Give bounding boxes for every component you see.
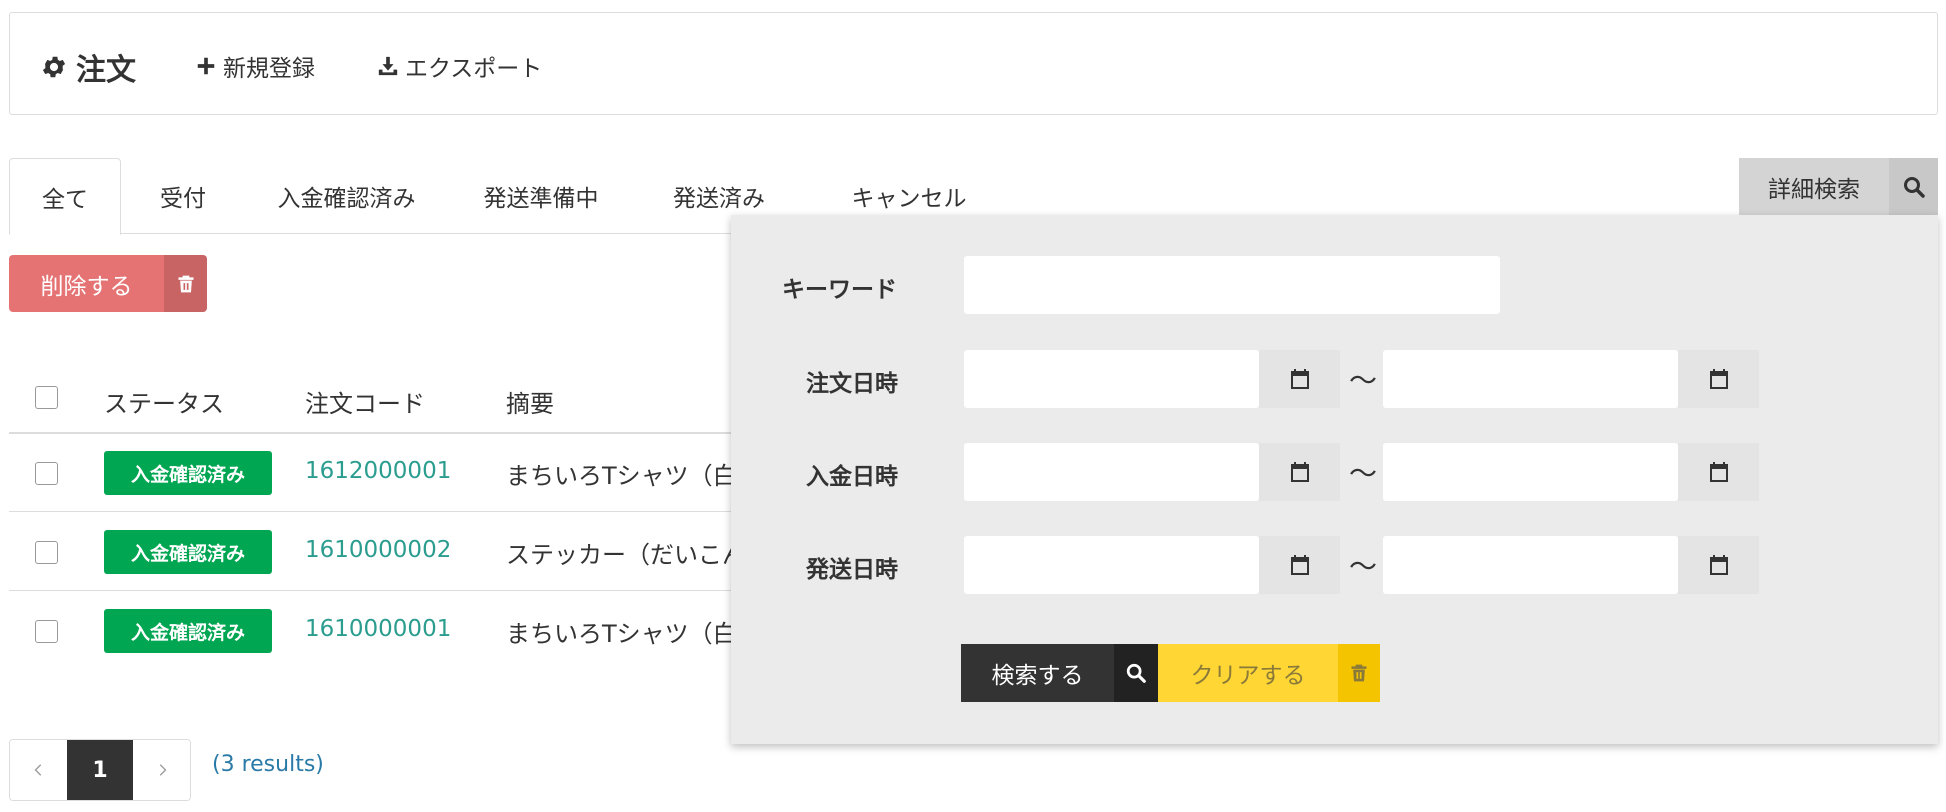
search-submit-button[interactable]: 検索する xyxy=(961,644,1158,702)
keyword-input[interactable] xyxy=(964,256,1500,314)
tab-all[interactable]: 全て xyxy=(9,158,121,235)
shipping-date-from-input[interactable] xyxy=(964,536,1259,594)
chevron-right-icon xyxy=(159,764,166,776)
order-summary: ステッカー（だいこん xyxy=(506,541,746,569)
shipping-date-label: 発送日時 xyxy=(806,557,898,583)
order-summary: まちいろTシャツ（白 xyxy=(506,462,737,490)
payment-date-to-input[interactable] xyxy=(1383,443,1678,501)
status-badge: 入金確認済み xyxy=(104,609,272,653)
search-submit-label: 検索する xyxy=(961,644,1114,702)
page-1-button[interactable]: 1 xyxy=(67,740,133,800)
new-order-label: 新規登録 xyxy=(223,56,315,82)
clear-button[interactable]: クリアする xyxy=(1158,644,1380,702)
page-title-text: 注文 xyxy=(76,53,136,88)
range-separator: 〜 xyxy=(1349,550,1378,583)
row-checkbox[interactable] xyxy=(35,620,58,643)
chevron-left-icon xyxy=(34,764,41,776)
calendar-icon xyxy=(1709,462,1728,482)
calendar-icon xyxy=(1290,462,1309,482)
column-status: ステータス xyxy=(104,390,224,418)
payment-date-label: 入金日時 xyxy=(806,464,898,490)
calendar-icon xyxy=(1709,555,1728,575)
tab-received[interactable]: 受付 xyxy=(139,158,227,234)
shipping-date-from-calendar-button[interactable] xyxy=(1259,536,1340,594)
order-summary: まちいろTシャツ（白 xyxy=(506,620,737,648)
order-code-link[interactable]: 1610000001 xyxy=(305,616,451,642)
detail-search-label: 詳細検索 xyxy=(1739,158,1889,216)
shipping-date-to-input[interactable] xyxy=(1383,536,1678,594)
shipping-date-to-calendar-button[interactable] xyxy=(1678,536,1759,594)
page-header: 注文 新規登録 エクスポート xyxy=(9,12,1938,115)
payment-date-from-input[interactable] xyxy=(964,443,1259,501)
prev-page-button[interactable] xyxy=(10,740,67,800)
results-count: (3 results) xyxy=(212,752,324,777)
range-separator: 〜 xyxy=(1349,457,1378,490)
payment-date-to-calendar-button[interactable] xyxy=(1678,443,1759,501)
status-badge: 入金確認済み xyxy=(104,530,272,574)
order-date-from-input[interactable] xyxy=(964,350,1259,408)
search-icon xyxy=(1889,158,1938,216)
status-badge: 入金確認済み xyxy=(104,451,272,495)
delete-label: 削除する xyxy=(9,255,164,312)
detail-search-toggle[interactable]: 詳細検索 xyxy=(1739,158,1938,216)
order-date-to-calendar-button[interactable] xyxy=(1678,350,1759,408)
calendar-icon xyxy=(1290,369,1309,389)
row-checkbox[interactable] xyxy=(35,541,58,564)
search-icon xyxy=(1114,644,1158,702)
column-order-code: 注文コード xyxy=(305,390,425,418)
order-code-link[interactable]: 1612000001 xyxy=(305,458,451,484)
next-page-button[interactable] xyxy=(133,740,190,800)
select-all-checkbox[interactable] xyxy=(35,386,58,409)
order-code-link[interactable]: 1610000002 xyxy=(305,537,451,563)
order-date-to-input[interactable] xyxy=(1383,350,1678,408)
range-separator: 〜 xyxy=(1349,364,1378,397)
export-label: エクスポート xyxy=(405,56,543,82)
export-button[interactable]: エクスポート xyxy=(377,49,542,83)
detail-search-panel: キーワード 注文日時 〜 入金日時 〜 発送日時 〜 検索する クリアする xyxy=(731,215,1938,744)
pagination: 1 xyxy=(9,739,191,801)
download-icon xyxy=(378,56,398,76)
plus-icon xyxy=(197,57,215,75)
tab-payment-confirmed[interactable]: 入金確認済み xyxy=(264,158,429,234)
order-date-label: 注文日時 xyxy=(806,371,898,397)
tab-preparing-shipment[interactable]: 発送準備中 xyxy=(471,158,611,234)
gear-icon xyxy=(42,56,66,78)
column-summary: 摘要 xyxy=(506,390,554,418)
clear-label: クリアする xyxy=(1158,644,1338,702)
new-order-button[interactable]: 新規登録 xyxy=(195,49,315,83)
calendar-icon xyxy=(1709,369,1728,389)
trash-icon xyxy=(164,255,207,312)
order-date-from-calendar-button[interactable] xyxy=(1259,350,1340,408)
payment-date-from-calendar-button[interactable] xyxy=(1259,443,1340,501)
keyword-label: キーワード xyxy=(782,277,897,303)
row-checkbox[interactable] xyxy=(35,462,58,485)
trash-icon xyxy=(1338,644,1380,702)
page-title: 注文 xyxy=(40,45,136,89)
delete-button[interactable]: 削除する xyxy=(9,255,207,312)
calendar-icon xyxy=(1290,555,1309,575)
